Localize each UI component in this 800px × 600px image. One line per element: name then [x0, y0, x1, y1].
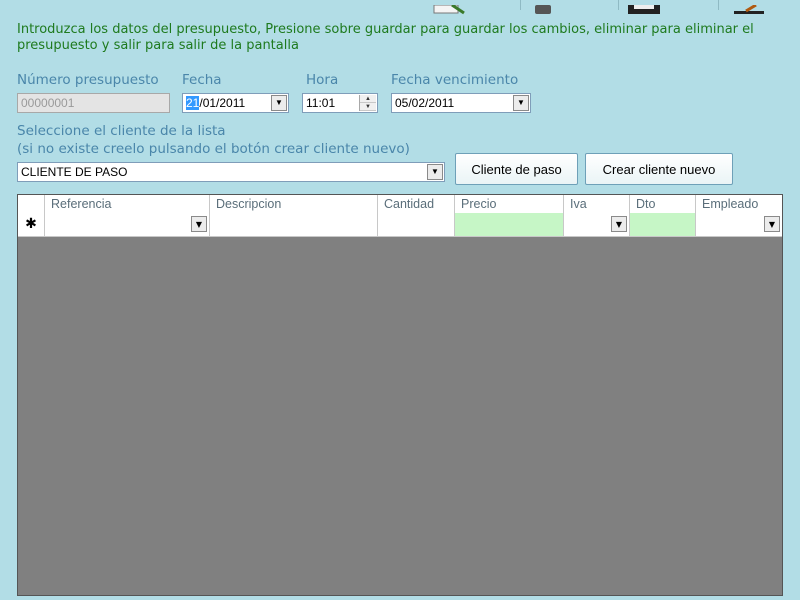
fecha-vencimiento-value: 05/02/2011 — [395, 96, 455, 110]
fecha-label: Fecha — [182, 72, 222, 88]
table-row[interactable]: ✱ ▼ ▼ ▼ — [18, 213, 782, 237]
edit-icon[interactable] — [432, 0, 466, 15]
row-header-corner — [18, 195, 45, 213]
grid-header: Referencia Descripcion Cantidad Precio I… — [18, 195, 782, 214]
cell-descripcion[interactable] — [210, 213, 378, 236]
cliente-select[interactable]: CLIENTE DE PASO ▼ — [17, 162, 445, 182]
fecha-vencimiento-label: Fecha vencimiento — [391, 72, 519, 88]
cliente-hint-label: (si no existe creelo pulsando el botón c… — [17, 141, 410, 157]
fecha-day-selected: 21 — [186, 96, 200, 110]
column-header-descripcion[interactable]: Descripcion — [210, 195, 378, 213]
exit-icon[interactable] — [732, 0, 766, 14]
dropdown-arrow-icon[interactable]: ▼ — [513, 95, 529, 111]
dropdown-arrow-icon[interactable]: ▼ — [427, 164, 443, 180]
dropdown-arrow-icon[interactable]: ▼ — [611, 216, 627, 232]
crear-cliente-nuevo-button[interactable]: Crear cliente nuevo — [585, 153, 733, 185]
cell-dto[interactable] — [630, 213, 696, 236]
cell-cantidad[interactable] — [378, 213, 455, 236]
save-icon[interactable] — [626, 0, 662, 14]
dropdown-arrow-icon[interactable]: ▼ — [191, 216, 207, 232]
fecha-picker[interactable]: 21/01/2011 ▼ — [182, 93, 289, 113]
new-row-marker: ✱ — [18, 213, 45, 236]
hora-value: 11:01 — [306, 96, 336, 110]
cell-referencia[interactable]: ▼ — [45, 213, 210, 236]
column-header-iva[interactable]: Iva — [564, 195, 630, 213]
hora-label: Hora — [306, 72, 339, 88]
column-header-cantidad[interactable]: Cantidad — [378, 195, 455, 213]
cell-empleado[interactable]: ▼ — [696, 213, 782, 236]
column-header-precio[interactable]: Precio — [455, 195, 564, 213]
presupuesto-lines-grid[interactable]: Referencia Descripcion Cantidad Precio I… — [17, 194, 783, 596]
column-header-referencia[interactable]: Referencia — [45, 195, 210, 213]
toolbar-separator — [618, 0, 619, 10]
spinner-icon[interactable]: ▲ ▼ — [359, 95, 376, 111]
cliente-label: Seleccione el cliente de la lista — [17, 123, 226, 139]
toolbar-separator — [520, 0, 521, 10]
dropdown-arrow-icon[interactable]: ▼ — [271, 95, 287, 111]
numero-presupuesto-label: Número presupuesto — [17, 72, 159, 88]
numero-presupuesto-field: 00000001 — [17, 93, 170, 113]
cell-iva[interactable]: ▼ — [564, 213, 630, 236]
cliente-value: CLIENTE DE PASO — [21, 165, 128, 179]
delete-icon[interactable] — [532, 0, 554, 14]
cell-precio[interactable] — [455, 213, 564, 236]
fecha-rest: /01/2011 — [199, 96, 246, 110]
column-header-dto[interactable]: Dto — [630, 195, 696, 213]
instructions-text: Introduzca los datos del presupuesto, Pr… — [17, 22, 754, 53]
dropdown-arrow-icon[interactable]: ▼ — [764, 216, 780, 232]
toolbar — [0, 0, 800, 15]
column-header-empleado[interactable]: Empleado — [696, 195, 782, 213]
hora-field[interactable]: 11:01 ▲ ▼ — [302, 93, 378, 113]
cliente-de-paso-button[interactable]: Cliente de paso — [455, 153, 578, 185]
toolbar-separator — [718, 0, 719, 10]
fecha-vencimiento-picker[interactable]: 05/02/2011 ▼ — [391, 93, 531, 113]
